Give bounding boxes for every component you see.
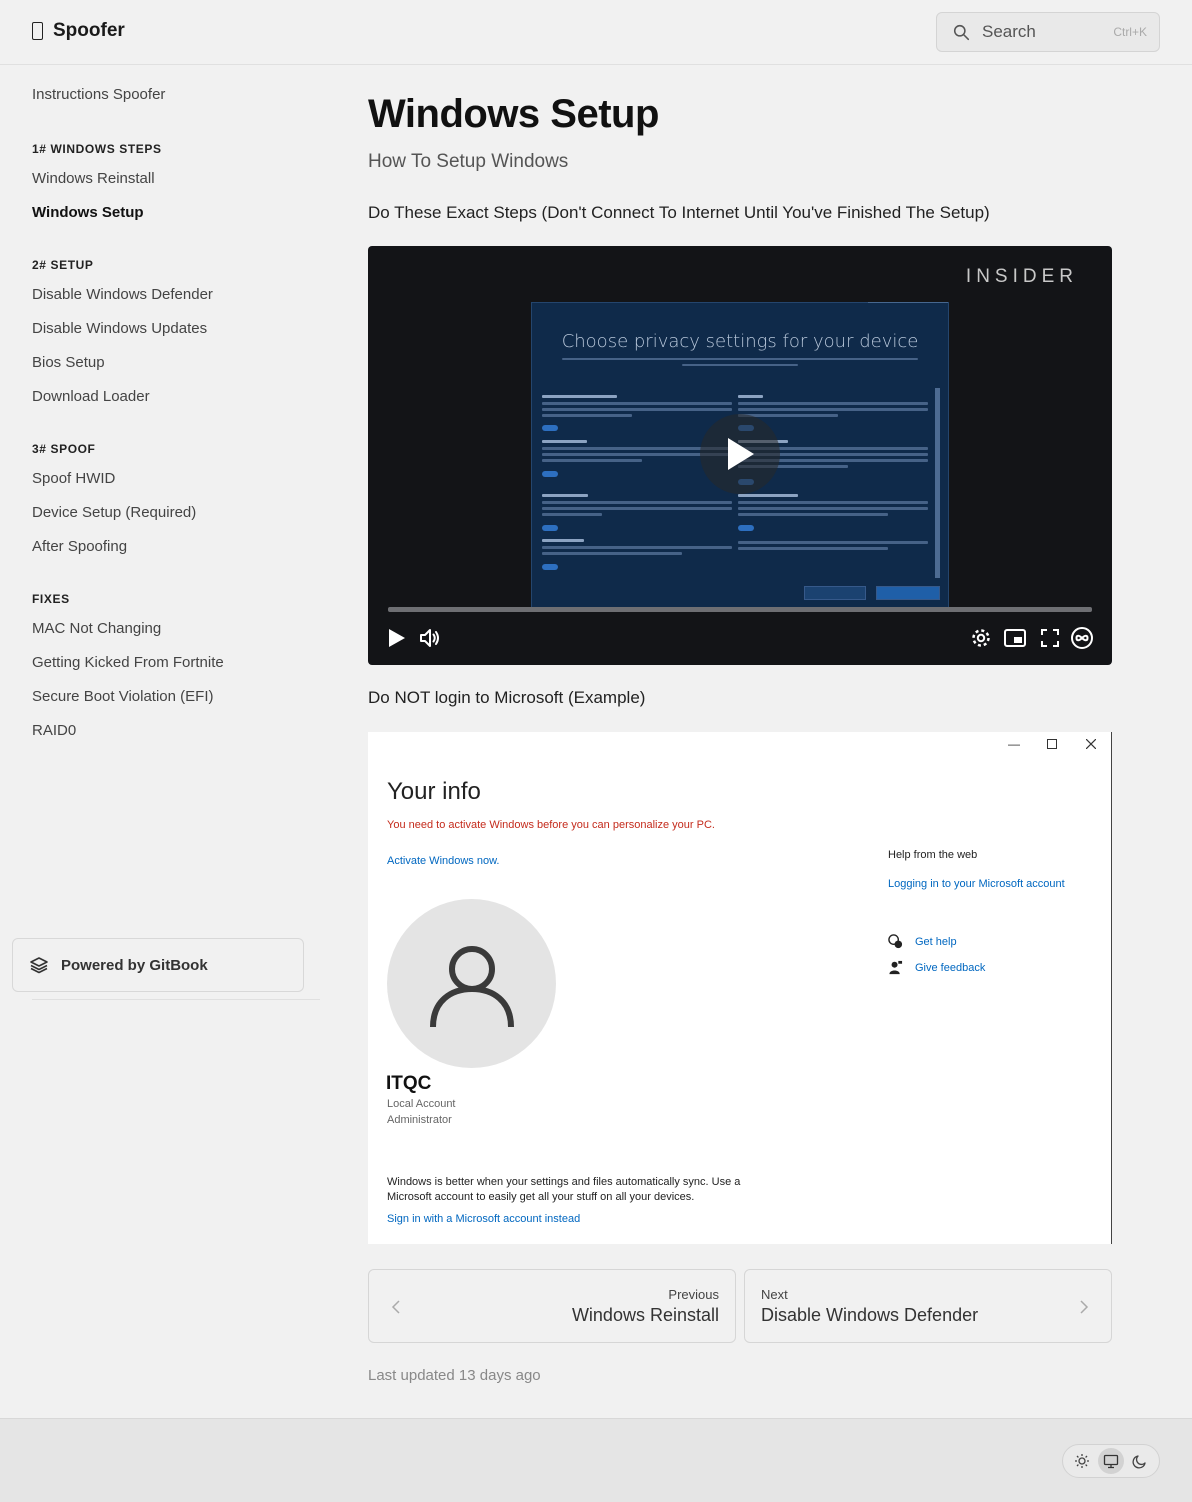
steps-instruction: Do These Exact Steps (Don't Connect To I… [368, 203, 990, 222]
search-icon [953, 24, 970, 40]
chevron-left-icon [391, 1300, 400, 1314]
sidebar-item-windows-reinstall[interactable]: Windows Reinstall [32, 162, 322, 196]
powered-by-label: Powered by GitBook [61, 956, 208, 974]
page-subtitle: How To Setup Windows [368, 151, 569, 172]
sidebar-divider [32, 999, 320, 1000]
light-theme-button[interactable] [1069, 1448, 1095, 1474]
get-help-link: Get help [915, 935, 957, 948]
sidebar-item-secure-boot-violation[interactable]: Secure Boot Violation (EFI) [32, 680, 322, 714]
sidebar-item-bios-setup[interactable]: Bios Setup [32, 346, 322, 380]
get-help-row: Get help [888, 934, 957, 949]
close-icon [1086, 739, 1096, 749]
monitor-icon [1103, 1454, 1119, 1469]
search-placeholder: Search [982, 22, 1036, 41]
play-icon[interactable] [384, 626, 408, 650]
video-player[interactable]: INSIDER Choose privacy settings for your… [368, 246, 1112, 665]
powered-by-gitbook[interactable]: Powered by GitBook [12, 938, 304, 992]
sidebar-item-disable-windows-defender[interactable]: Disable Windows Defender [32, 278, 322, 312]
sidebar-section-windows-steps: 1# WINDOWS STEPS [32, 142, 162, 156]
get-help-icon [888, 934, 903, 949]
sidebar-item-download-loader[interactable]: Download Loader [32, 380, 322, 414]
site-title[interactable]: Spoofer [53, 20, 125, 42]
previous-title: Windows Reinstall [571, 1305, 719, 1325]
top-header: Spoofer Search Ctrl+K [0, 0, 1192, 65]
your-info-screenshot: — Your info You need to activate Windows… [368, 732, 1112, 1244]
microsoft-login-warning: Do NOT login to Microsoft (Example) [368, 688, 646, 707]
sidebar-item-instructions-spoofer[interactable]: Instructions Spoofer [32, 78, 322, 112]
video-frame-title: Choose privacy settings for your device [561, 331, 919, 352]
sidebar-nav: Instructions Spoofer 1# WINDOWS STEPS Wi… [32, 78, 322, 748]
activation-warning: You need to activate Windows before you … [387, 819, 715, 831]
help-from-web-heading: Help from the web [888, 849, 978, 861]
loop-icon[interactable] [1070, 626, 1094, 650]
previous-label: Previous [668, 1287, 719, 1302]
last-updated: Last updated 13 days ago [368, 1367, 541, 1384]
picture-in-picture-icon[interactable] [1003, 626, 1027, 650]
ms-account-help-link: Logging in to your Microsoft account [888, 878, 1065, 890]
moon-icon [1132, 1455, 1146, 1469]
username: ITQC [386, 1073, 432, 1094]
sun-icon [1074, 1454, 1089, 1468]
play-icon [728, 438, 754, 470]
screen-tab [868, 291, 948, 303]
play-overlay-button[interactable] [700, 414, 780, 494]
sidebar-item-raid0[interactable]: RAID0 [32, 714, 322, 748]
activate-windows-link: Activate Windows now. [387, 855, 500, 867]
sidebar-item-mac-not-changing[interactable]: MAC Not Changing [32, 612, 322, 646]
volume-icon[interactable] [418, 626, 442, 650]
site-logo[interactable]: Spoofer [32, 20, 125, 42]
give-feedback-row: Give feedback [888, 960, 985, 975]
maximize-icon [1047, 739, 1057, 749]
next-label: Next [761, 1287, 788, 1302]
feedback-icon [889, 960, 903, 975]
user-icon [429, 945, 514, 1027]
video-progress-bar[interactable] [388, 607, 1092, 612]
search-shortcut: Ctrl+K [1113, 25, 1147, 39]
fullscreen-icon[interactable] [1038, 626, 1062, 650]
sidebar-item-device-setup[interactable]: Device Setup (Required) [32, 496, 322, 530]
your-info-title: Your info [387, 778, 481, 805]
sidebar-section-setup: 2# SETUP [32, 258, 94, 272]
user-avatar [387, 899, 556, 1068]
sidebar-item-after-spoofing[interactable]: After Spoofing [32, 530, 322, 564]
page-footer [0, 1418, 1192, 1502]
gitbook-icon [30, 957, 48, 974]
page-title: Windows Setup [368, 92, 659, 136]
next-title: Disable Windows Defender [761, 1305, 979, 1325]
sidebar-item-kicked-from-fortnite[interactable]: Getting Kicked From Fortnite [32, 646, 322, 680]
sidebar-item-spoof-hwid[interactable]: Spoof HWID [32, 462, 322, 496]
system-theme-button[interactable] [1097, 1448, 1124, 1474]
account-type: Local Account [387, 1098, 456, 1110]
account-role: Administrator [387, 1114, 452, 1126]
sign-in-microsoft-link: Sign in with a Microsoft account instead [387, 1213, 581, 1225]
theme-switcher [1062, 1444, 1160, 1478]
next-page-card[interactable]: Next Disable Windows Defender [744, 1269, 1112, 1343]
sidebar-item-windows-setup[interactable]: Windows Setup [32, 196, 322, 230]
sidebar-section-spoof: 3# SPOOF [32, 442, 96, 456]
sidebar-section-fixes: FIXES [32, 592, 70, 606]
settings-gear-icon[interactable] [969, 626, 993, 650]
sidebar-item-disable-windows-updates[interactable]: Disable Windows Updates [32, 312, 322, 346]
video-watermark: INSIDER [965, 266, 1078, 287]
video-controls [368, 626, 1112, 654]
site-logo-icon [32, 22, 43, 40]
search-bar[interactable]: Search Ctrl+K [936, 12, 1160, 52]
sync-description: Windows is better when your settings and… [387, 1176, 741, 1203]
minimize-icon: — [1008, 737, 1020, 751]
previous-page-card[interactable]: Previous Windows Reinstall [368, 1269, 736, 1343]
chevron-right-icon [1080, 1300, 1089, 1314]
dark-theme-button[interactable] [1127, 1448, 1153, 1474]
give-feedback-link: Give feedback [915, 961, 986, 974]
